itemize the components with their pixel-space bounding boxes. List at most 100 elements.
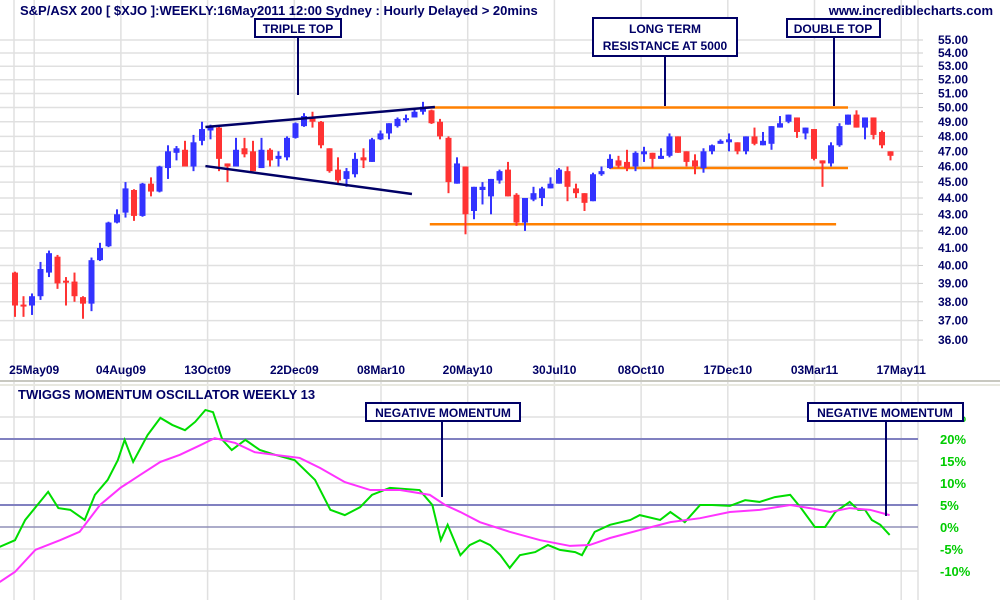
candle-body (479, 186, 486, 190)
date-tick-label: 17Dec10 (703, 363, 752, 377)
candle-body (343, 171, 350, 179)
price-tick-label: 50.00 (938, 100, 968, 114)
candle-body (683, 151, 690, 162)
candle-body (573, 188, 579, 194)
candle-body (386, 123, 392, 134)
candle-body (411, 111, 418, 118)
candle (717, 139, 724, 144)
candle-body (717, 140, 724, 144)
candle (88, 257, 95, 312)
candle (811, 129, 817, 161)
candle-body (445, 137, 452, 183)
candle (768, 126, 775, 150)
candle-body (853, 114, 860, 128)
candle (845, 114, 851, 125)
candle (530, 186, 537, 202)
candle-body (165, 151, 171, 169)
date-tick-label: 22Dec09 (270, 363, 319, 377)
candle-body (326, 148, 333, 172)
momentum-line (0, 408, 891, 570)
candle-body (275, 155, 282, 159)
candle (794, 117, 800, 138)
candle-body (241, 148, 248, 155)
candle (105, 221, 112, 248)
candle-body (122, 188, 129, 213)
price-tick-label: 45.00 (938, 175, 968, 189)
annotation-text: NEGATIVE MOMENTUM (817, 406, 953, 420)
candle (292, 122, 299, 139)
candle (445, 136, 452, 194)
candle-body (352, 158, 358, 175)
candle (275, 151, 282, 167)
candle (564, 166, 571, 202)
candle (224, 163, 231, 183)
candle (309, 111, 316, 128)
grid (0, 0, 919, 600)
price-tick-label: 47.00 (938, 144, 968, 158)
candle-body (454, 163, 460, 184)
candle-body (428, 110, 435, 124)
candle (522, 197, 528, 231)
candle-body (887, 151, 894, 156)
candle (547, 177, 554, 189)
candle (539, 186, 545, 207)
candle-body (819, 160, 826, 164)
candle-body (658, 155, 664, 159)
candle (20, 296, 27, 317)
candle (377, 130, 384, 141)
candle (658, 148, 664, 159)
candle (352, 152, 358, 178)
candle-body (547, 183, 554, 189)
date-tick-label: 04Aug09 (96, 363, 146, 377)
candle-body (649, 152, 656, 159)
candle-body (870, 117, 877, 135)
candle (556, 168, 562, 184)
candle-body (836, 126, 843, 146)
candle-body (709, 145, 715, 152)
candle (12, 271, 18, 317)
candle (437, 118, 443, 140)
candle-body (20, 304, 27, 307)
candle (190, 134, 197, 172)
candle (199, 121, 205, 146)
candle-body (768, 126, 775, 144)
candle-body (700, 151, 707, 169)
candle-body (63, 280, 69, 283)
candle (853, 110, 860, 128)
chart-title: S&P/ASX 200 [ $XJO ]:WEEKLY:16May2011 12… (20, 3, 538, 18)
price-tick-label: 52.00 (938, 73, 968, 87)
candle (734, 142, 741, 155)
candle-body (233, 149, 239, 167)
price-tick-label: 37.00 (938, 314, 968, 328)
candle-body (760, 140, 766, 146)
candle-body (190, 142, 197, 167)
candle (97, 242, 103, 262)
candle (488, 178, 494, 215)
price-tick-label: 48.00 (938, 129, 968, 143)
candle-body (97, 247, 103, 261)
candle-body (156, 166, 163, 192)
candle (751, 127, 758, 146)
candle (71, 272, 78, 302)
candle-body (734, 142, 741, 152)
date-tick-label: 08Mar10 (357, 363, 405, 377)
candle-body (471, 186, 477, 211)
candle (156, 165, 163, 193)
candle (675, 136, 681, 153)
candle-body (199, 129, 205, 141)
website-link[interactable]: www.incrediblecharts.com (828, 3, 993, 18)
candle (411, 109, 418, 118)
price-tick-label: 41.00 (938, 241, 968, 255)
candle (241, 137, 248, 158)
oscillator-tick-label: -5% (940, 542, 964, 557)
candle (802, 127, 809, 140)
price-tick-label: 54.00 (938, 46, 968, 60)
candle (879, 130, 885, 149)
candle-body (785, 114, 792, 122)
annotation-text: DOUBLE TOP (794, 22, 872, 36)
candle-body (403, 118, 409, 121)
candle-body (607, 158, 613, 169)
candle-body (794, 117, 800, 132)
candle-body (148, 183, 154, 192)
candle (122, 182, 129, 218)
